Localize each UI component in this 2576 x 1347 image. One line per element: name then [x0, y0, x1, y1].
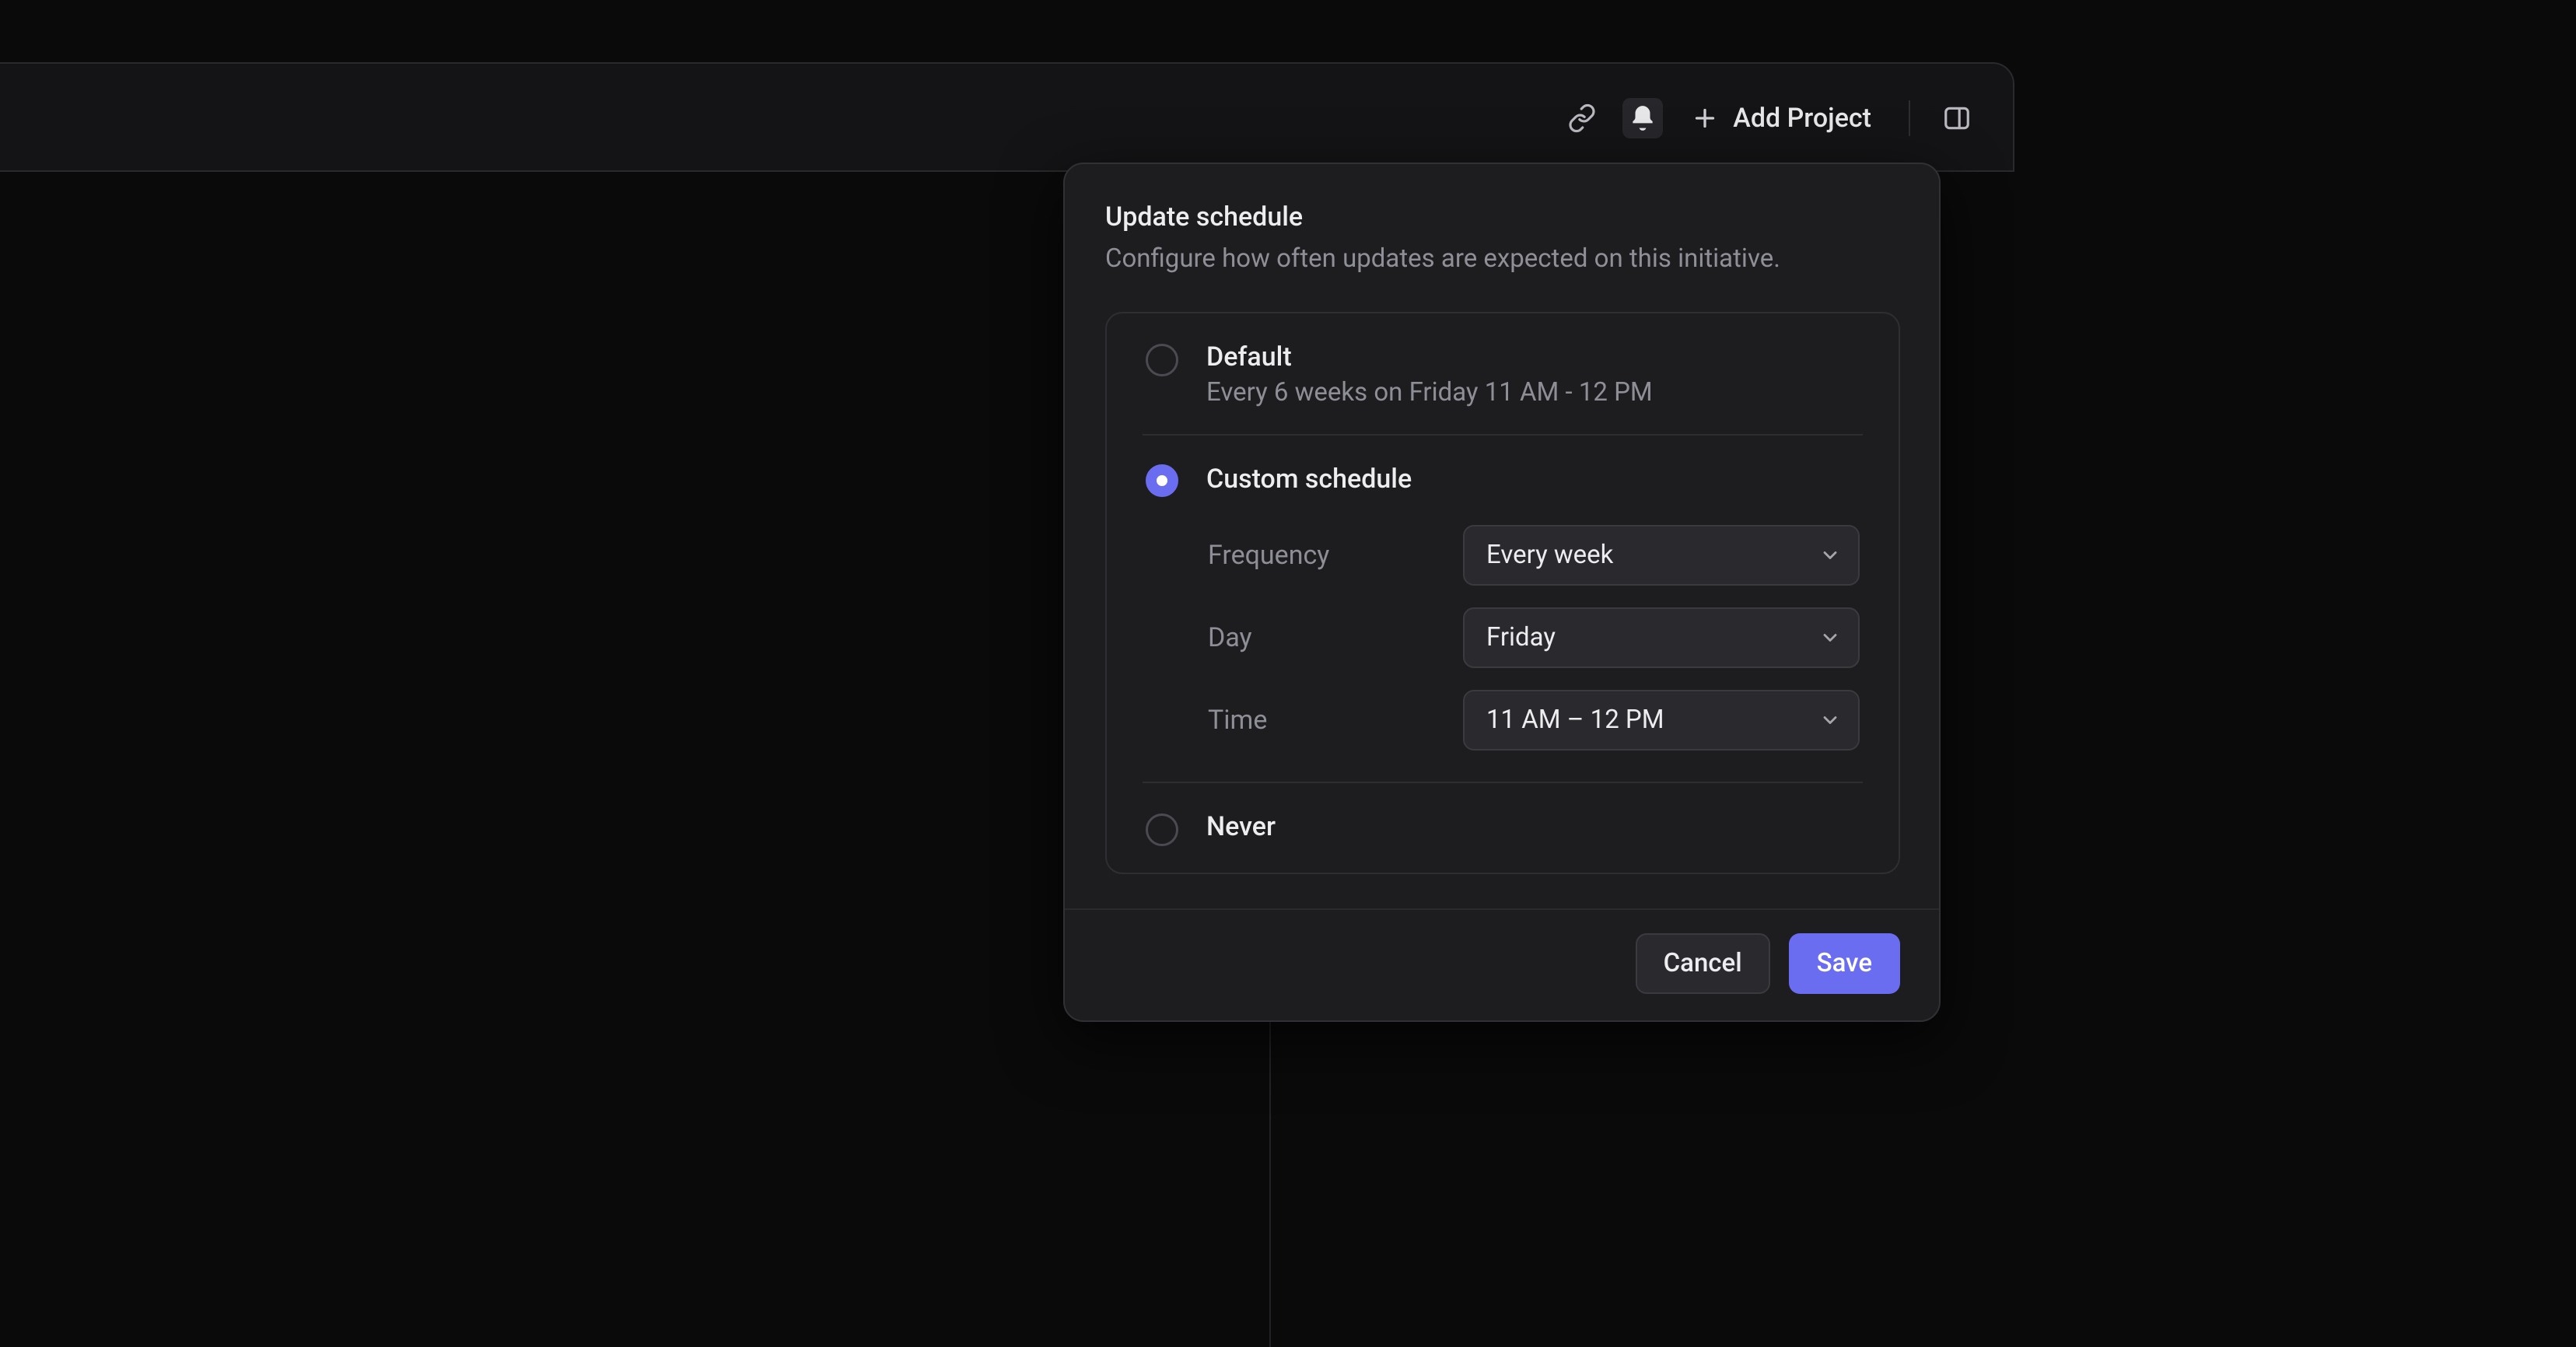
- plus-icon: [1691, 104, 1719, 132]
- day-select[interactable]: Friday: [1463, 607, 1860, 668]
- field-day: Day Friday: [1208, 607, 1860, 668]
- dialog-footer: Cancel Save: [1065, 908, 1939, 1020]
- bell-icon: [1628, 103, 1657, 133]
- toolbar-divider: [1909, 100, 1910, 136]
- page-toolbar: Add Project: [0, 64, 2013, 172]
- custom-fields: Frequency Every week Day Friday: [1146, 525, 1860, 750]
- frequency-value: Every week: [1486, 540, 1613, 570]
- radio-never[interactable]: [1146, 813, 1178, 846]
- chevron-down-icon: [1819, 627, 1841, 649]
- toggle-side-panel-button[interactable]: [1937, 98, 1977, 138]
- save-button[interactable]: Save: [1789, 933, 1900, 994]
- option-never-label: Never: [1206, 811, 1276, 842]
- update-schedule-dialog: Update schedule Configure how often upda…: [1063, 163, 1941, 1022]
- field-day-label: Day: [1208, 622, 1252, 653]
- dialog-subtitle: Configure how often updates are expected…: [1105, 240, 1900, 278]
- option-never[interactable]: Never: [1143, 782, 1863, 873]
- option-default-text: Default Every 6 weeks on Friday 11 AM - …: [1206, 341, 1653, 408]
- cancel-label: Cancel: [1664, 948, 1742, 978]
- link-icon: [1567, 103, 1597, 133]
- option-default-label: Default: [1206, 341, 1653, 373]
- option-custom-label: Custom schedule: [1206, 464, 1412, 495]
- option-default[interactable]: Default Every 6 weeks on Friday 11 AM - …: [1143, 313, 1863, 434]
- field-frequency: Frequency Every week: [1208, 525, 1860, 586]
- schedule-options: Default Every 6 weeks on Friday 11 AM - …: [1105, 312, 1900, 874]
- option-custom-head[interactable]: Custom schedule: [1146, 462, 1860, 497]
- chevron-down-icon: [1819, 709, 1841, 731]
- time-value: 11 AM – 12 PM: [1486, 705, 1664, 735]
- frequency-select[interactable]: Every week: [1463, 525, 1860, 586]
- panel-right-icon: [1942, 103, 1972, 133]
- cancel-button[interactable]: Cancel: [1636, 933, 1770, 994]
- notifications-button[interactable]: [1622, 98, 1663, 138]
- add-project-label: Add Project: [1733, 103, 1871, 134]
- field-time-label: Time: [1208, 705, 1267, 736]
- field-time: Time 11 AM – 12 PM: [1208, 690, 1860, 750]
- radio-default[interactable]: [1146, 344, 1178, 376]
- dialog-title: Update schedule: [1105, 201, 1900, 233]
- option-custom: Custom schedule Frequency Every week Day…: [1143, 434, 1863, 782]
- copy-link-button[interactable]: [1562, 98, 1602, 138]
- chevron-down-icon: [1819, 544, 1841, 566]
- dialog-body: Update schedule Configure how often upda…: [1065, 164, 1939, 908]
- field-frequency-label: Frequency: [1208, 540, 1329, 571]
- save-label: Save: [1817, 948, 1872, 978]
- day-value: Friday: [1486, 622, 1556, 653]
- add-project-button[interactable]: Add Project: [1683, 91, 1882, 145]
- radio-custom[interactable]: [1146, 464, 1178, 497]
- option-default-description: Every 6 weeks on Friday 11 AM - 12 PM: [1206, 377, 1653, 408]
- page-header-panel: Add Project: [0, 62, 2014, 172]
- time-select[interactable]: 11 AM – 12 PM: [1463, 690, 1860, 750]
